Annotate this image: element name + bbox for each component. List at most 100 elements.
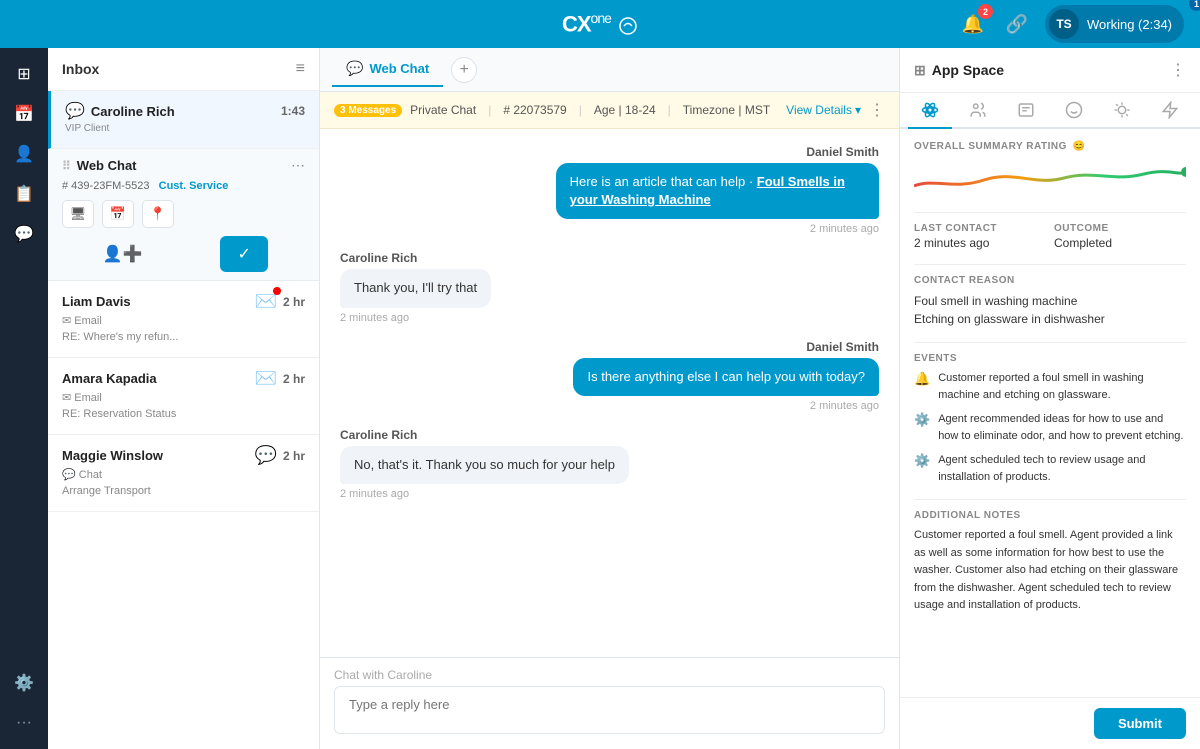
- drag-handle-icon: ⠿: [62, 159, 71, 173]
- message-time: 2 minutes ago: [810, 223, 879, 235]
- chat-more-button[interactable]: ⋮: [869, 100, 885, 120]
- add-tab-button[interactable]: +: [451, 57, 477, 83]
- app-space-panel: ⊞ App Space ⋮: [900, 48, 1200, 749]
- accept-button[interactable]: ✓: [220, 236, 268, 272]
- list-item[interactable]: Amara Kapadia ✉️ 2 hr ✉ Email RE: Reserv…: [48, 358, 319, 435]
- events-section: EVENTS 🔔 Customer reported a foul smell …: [914, 353, 1186, 485]
- more-icon: ···: [16, 714, 32, 732]
- submit-row: Submit: [900, 697, 1200, 749]
- message-time: 2 minutes ago: [340, 488, 409, 500]
- messages-area: Daniel Smith Here is an article that can…: [320, 129, 899, 657]
- contact-grid: LAST CONTACT 2 minutes ago OUTCOME Compl…: [914, 223, 1186, 250]
- inbox-panel: Inbox ≡ 💬 Caroline Rich 1:43 VIP Client: [48, 48, 320, 749]
- contact-name: Caroline Rich: [91, 104, 175, 119]
- chat-type: Private Chat: [410, 103, 476, 117]
- inbox-title: Inbox: [62, 61, 99, 77]
- summary-section: OVERALL SUMMARY RATING 😊: [914, 141, 1186, 198]
- message-sender: Caroline Rich: [340, 251, 417, 265]
- sidebar-item-dashboard[interactable]: ⊞: [6, 56, 42, 92]
- sidebar-item-settings[interactable]: ⚙️: [6, 665, 42, 701]
- list-item[interactable]: Liam Davis ✉️ 2 hr ✉ Email RE: Where's m…: [48, 281, 319, 358]
- event-text-3: Agent scheduled tech to review usage and…: [938, 452, 1186, 485]
- sidebar-item-chat[interactable]: 💬: [6, 216, 42, 252]
- avatar: TS 1: [1049, 9, 1079, 39]
- location-icon: 📍: [150, 206, 166, 222]
- contact-subtitle: VIP Client: [65, 123, 305, 134]
- app-space-menu-button[interactable]: ⋮: [1170, 60, 1186, 80]
- main-layout: ⊞ 📅 👤 📋 💬 ⚙️ ··· Inbox ≡: [0, 48, 1200, 749]
- dashboard-icon: ⊞: [17, 64, 30, 84]
- message-bubble: Here is an article that can help · Foul …: [556, 163, 879, 219]
- contact-channel: 💬 Chat: [62, 468, 305, 481]
- calendar-icon: 📅: [14, 104, 34, 124]
- message-group: Daniel Smith Here is an article that can…: [340, 145, 879, 235]
- chat-card-menu-button[interactable]: ⋯: [291, 157, 305, 174]
- chat-icon: 💬: [14, 224, 34, 244]
- event-item: ⚙️ Agent scheduled tech to review usage …: [914, 452, 1186, 485]
- chat-tab-label: Web Chat: [369, 61, 429, 76]
- tab-lightning[interactable]: [1148, 93, 1192, 129]
- tab-brightness[interactable]: [1100, 93, 1144, 129]
- assign-button[interactable]: 👤➕: [99, 236, 147, 272]
- app-space-title: ⊞ App Space: [914, 62, 1004, 79]
- settings-icon: ⚙️: [14, 673, 34, 693]
- checkmark-icon: ✓: [238, 244, 251, 264]
- submit-button[interactable]: Submit: [1094, 708, 1186, 739]
- contact-preview: RE: Where's my refun...: [62, 331, 305, 343]
- tab-contact[interactable]: [1004, 93, 1048, 129]
- divider: [914, 212, 1186, 213]
- sidebar-item-more[interactable]: ···: [6, 705, 42, 741]
- top-nav-right: 🔔 2 🔗 TS 1 Working (2:34): [957, 5, 1184, 43]
- tab-webchat[interactable]: 💬 Web Chat: [332, 52, 443, 87]
- event-item: ⚙️ Agent recommended ideas for how to us…: [914, 411, 1186, 444]
- smiley-icon: 😊: [1073, 141, 1086, 152]
- additional-notes-label: ADDITIONAL NOTES: [914, 510, 1186, 521]
- grid-icon: ⊞: [914, 62, 926, 79]
- schedule-button[interactable]: 📅: [102, 200, 134, 228]
- event-text-1: Customer reported a foul smell in washin…: [938, 370, 1186, 403]
- screen-icon: 🖥: [70, 206, 87, 222]
- event-item: 🔔 Customer reported a foul smell in wash…: [914, 370, 1186, 403]
- sidebar-item-reports[interactable]: 📋: [6, 176, 42, 212]
- contacts-icon: 👤: [14, 144, 34, 164]
- plus-icon: +: [459, 61, 468, 79]
- article-link[interactable]: Foul Smells in your Washing Machine: [570, 174, 845, 207]
- chat-input-label: Chat with Caroline: [334, 668, 885, 682]
- outcome-item: OUTCOME Completed: [1054, 223, 1186, 250]
- assign-icon: 👤➕: [103, 244, 143, 264]
- active-chat-card: ⠿ Web Chat ⋯ # 439-23FM-5523 Cust. Servi…: [48, 149, 319, 281]
- list-item[interactable]: Maggie Winslow 💬 2 hr 💬 Chat Arrange Tra…: [48, 435, 319, 512]
- tab-emoji[interactable]: [1052, 93, 1096, 129]
- location-button[interactable]: 📍: [142, 200, 174, 228]
- link-button[interactable]: 🔗: [1001, 8, 1033, 40]
- chat-subheader-left: 3 Messages Private Chat | # 22073579 | A…: [334, 103, 770, 117]
- agent-status-widget[interactable]: TS 1 Working (2:34): [1045, 5, 1184, 43]
- last-contact-value: 2 minutes ago: [914, 236, 1046, 250]
- list-item[interactable]: 💬 Caroline Rich 1:43 VIP Client: [48, 91, 319, 149]
- message-group: Caroline Rich Thank you, I'll try that 2…: [340, 251, 879, 323]
- message-time: 2 minutes ago: [810, 400, 879, 412]
- chat-panel: 💬 Web Chat + 3 Messages Private Chat | #…: [320, 48, 900, 749]
- rating-chart: [914, 158, 1186, 198]
- contact-channel: ✉ Email: [62, 314, 305, 327]
- agent-status-text: Working (2:34): [1087, 17, 1172, 32]
- tab-people[interactable]: [956, 93, 1000, 129]
- app-logo: CXone: [562, 10, 638, 37]
- event-icon-3: ⚙️: [914, 453, 930, 469]
- sidebar-item-calendar[interactable]: 📅: [6, 96, 42, 132]
- view-details-link[interactable]: View Details ▾: [786, 103, 861, 117]
- message-group: Caroline Rich No, that's it. Thank you s…: [340, 428, 879, 500]
- inbox-menu-button[interactable]: ≡: [296, 60, 305, 78]
- sidebar-item-contacts[interactable]: 👤: [6, 136, 42, 172]
- chat-tabs: 💬 Web Chat +: [320, 48, 899, 92]
- tab-atom[interactable]: [908, 93, 952, 129]
- event-icon-2: ⚙️: [914, 412, 930, 428]
- chat-icon: 💬: [65, 101, 85, 121]
- chat-input[interactable]: [334, 686, 885, 734]
- chevron-down-icon: ▾: [855, 103, 861, 117]
- inbox-list: 💬 Caroline Rich 1:43 VIP Client ⠿ Web Ch…: [48, 91, 319, 749]
- notifications-button[interactable]: 🔔 2: [957, 8, 989, 40]
- screen-share-button[interactable]: 🖥: [62, 200, 94, 228]
- outcome-label: OUTCOME: [1054, 223, 1186, 234]
- message-sender: Caroline Rich: [340, 428, 417, 442]
